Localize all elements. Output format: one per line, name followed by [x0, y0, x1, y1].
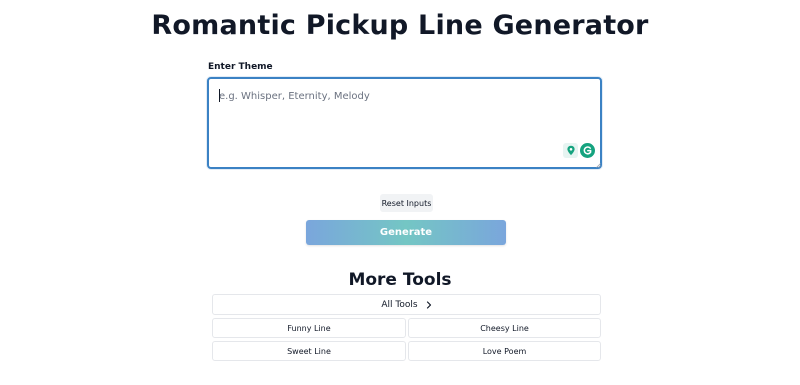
grammarly-icon[interactable]: [580, 143, 595, 158]
tool-card-love-poem[interactable]: Love Poem: [408, 341, 601, 361]
generate-button[interactable]: Generate: [306, 220, 506, 245]
reset-inputs-button[interactable]: Reset Inputs: [380, 194, 433, 212]
textarea-extension-icons: [563, 143, 595, 158]
all-tools-label: All Tools: [381, 299, 418, 310]
chevron-right-icon: [426, 300, 432, 309]
text-cursor: [219, 89, 220, 102]
resize-handle-icon[interactable]: [596, 163, 601, 168]
tool-card-label: Funny Line: [287, 323, 331, 333]
page-title: Romantic Pickup Line Generator: [151, 10, 649, 41]
tool-card-label: Love Poem: [482, 346, 527, 356]
tool-card-label: Cheesy Line: [480, 323, 529, 333]
theme-label: Enter Theme: [208, 62, 273, 72]
tool-card-sweet-line[interactable]: Sweet Line: [212, 341, 406, 361]
location-pin-icon[interactable]: [563, 143, 578, 158]
tool-card-cheesy-line[interactable]: Cheesy Line: [408, 318, 601, 338]
tool-card-label: Sweet Line: [287, 346, 331, 356]
tool-card-funny-line[interactable]: Funny Line: [212, 318, 406, 338]
theme-input[interactable]: [207, 77, 602, 169]
more-tools-heading: More Tools: [348, 270, 452, 290]
all-tools-link[interactable]: All Tools: [212, 294, 601, 315]
